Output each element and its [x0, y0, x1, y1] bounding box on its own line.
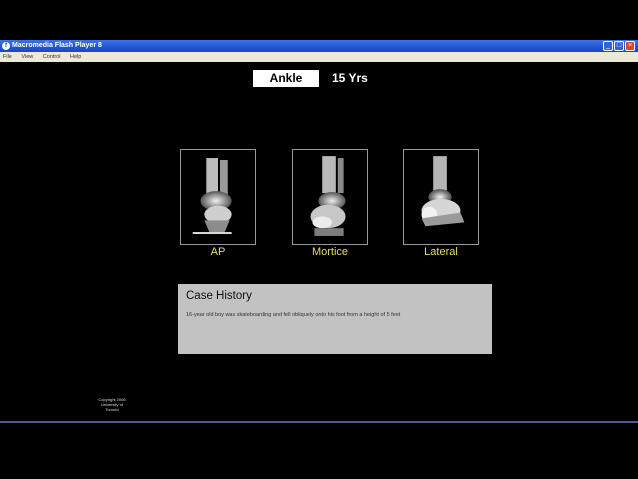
copyright-line: Toronto	[105, 407, 119, 412]
region-label: Ankle	[253, 70, 319, 87]
xray-lateral-image	[404, 150, 478, 244]
copyright-notice: Copyright 2006 University of Toronto	[90, 397, 134, 412]
window-title: Macromedia Flash Player 8	[12, 42, 102, 49]
case-history-title: Case History	[186, 290, 252, 302]
case-history-text: 16-year old boy was skateboarding and fe…	[186, 312, 401, 318]
xray-ap-label[interactable]: AP	[180, 245, 256, 259]
xray-ap-thumbnail[interactable]	[180, 149, 256, 245]
case-history-panel: Case History 16-year old boy was skatebo…	[178, 284, 492, 354]
stage-bottom-border	[0, 421, 638, 423]
menu-item-file[interactable]: File	[3, 52, 12, 62]
menu-item-help[interactable]: Help	[70, 52, 81, 62]
age-label: 15 Yrs	[332, 71, 368, 85]
xray-mortice-image	[293, 150, 367, 244]
xray-lateral-thumbnail[interactable]	[403, 149, 479, 245]
maximize-button[interactable]: □	[614, 41, 624, 51]
xray-mortice-label[interactable]: Mortice	[292, 245, 368, 259]
xray-lateral-label[interactable]: Lateral	[403, 245, 479, 259]
menu-item-view[interactable]: View	[21, 52, 33, 62]
menu-item-control[interactable]: Control	[43, 52, 61, 62]
minimize-button[interactable]: _	[603, 41, 613, 51]
menu-bar: File View Control Help	[0, 52, 638, 62]
xray-ap-image	[181, 150, 255, 244]
close-button[interactable]: ×	[625, 41, 635, 51]
xray-mortice-thumbnail[interactable]	[292, 149, 368, 245]
window-titlebar[interactable]: f Macromedia Flash Player 8 _ □ ×	[0, 40, 638, 52]
screen: f Macromedia Flash Player 8 _ □ × File V…	[0, 0, 638, 479]
flash-player-icon: f	[2, 42, 10, 50]
